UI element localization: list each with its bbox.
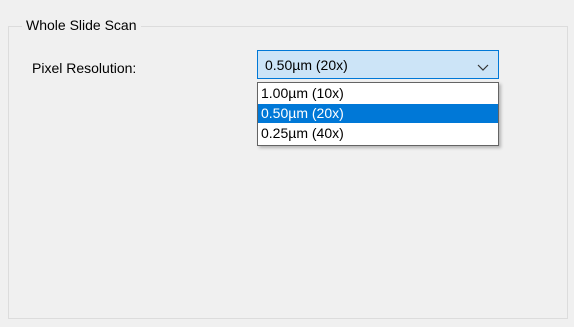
pixel-resolution-select[interactable]: 0.50µm (20x) [257,50,499,79]
pixel-resolution-label: Pixel Resolution: [32,60,137,76]
group-title: Whole Slide Scan [22,17,141,34]
pixel-resolution-dropdown: 1.00µm (10x) 0.50µm (20x) 0.25µm (40x) [257,82,499,146]
dropdown-option-40x[interactable]: 0.25µm (40x) [258,124,498,143]
pixel-resolution-selected-value: 0.50µm (20x) [265,57,348,73]
dropdown-option-20x[interactable]: 0.50µm (20x) [258,104,498,123]
scan-settings-panel: Whole Slide Scan Pixel Resolution: 0.50µ… [0,0,574,327]
dropdown-option-10x[interactable]: 1.00µm (10x) [258,84,498,103]
chevron-down-icon[interactable] [477,60,489,71]
